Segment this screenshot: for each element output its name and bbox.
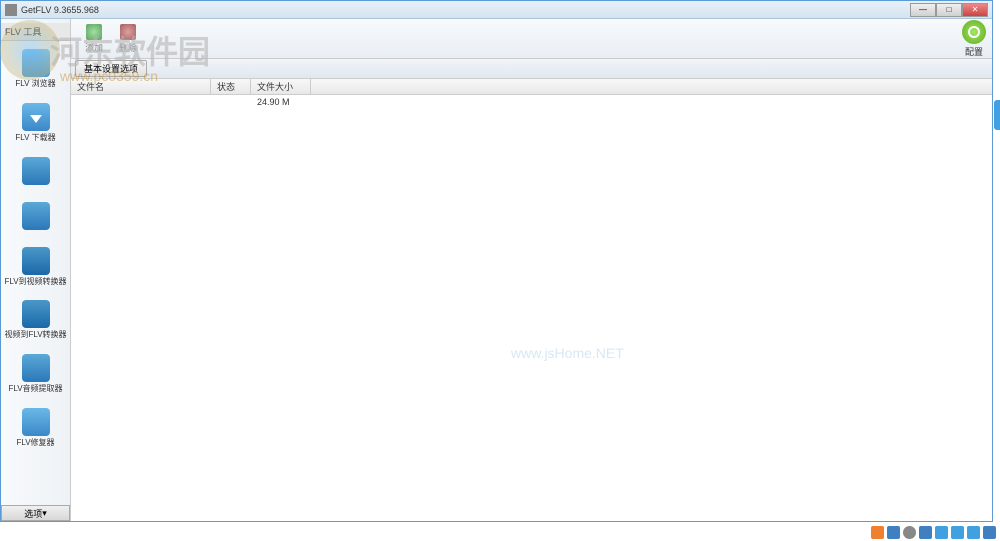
close-button[interactable]: ✕ — [962, 3, 988, 17]
tray-icon[interactable] — [951, 526, 964, 539]
sidebar-item-video-to-flv[interactable]: 视频到FLV转换器 — [1, 292, 70, 346]
sidebar-item-audio-extract[interactable]: FLV音频提取器 — [1, 346, 70, 400]
film-icon — [22, 202, 50, 230]
table-row[interactable]: 24.90 M — [71, 95, 992, 109]
list-header: 文件名 状态 文件大小 — [71, 79, 992, 95]
main-panel: 添加 删除 配置 基本设置选项 文件名 状态 文件大小 — [71, 19, 992, 521]
column-status[interactable]: 状态 — [211, 79, 251, 94]
sidebar-bottom: 选项 ▾ — [1, 505, 70, 521]
tray-ime-icon[interactable] — [887, 526, 900, 539]
sidebar-item-downloader[interactable]: FLV 下载器 — [1, 95, 70, 149]
tray-icon[interactable] — [919, 526, 932, 539]
titlebar[interactable]: GetFLV 9.3655.968 — □ ✕ — [1, 1, 992, 19]
sidebar-item-tool4[interactable] — [1, 194, 70, 239]
sidebar-item-tool3[interactable] — [1, 149, 70, 194]
sidebar-item-label: 视频到FLV转换器 — [4, 331, 66, 340]
repair-icon — [22, 408, 50, 436]
sidebar-item-label: FLV到视频转换器 — [4, 278, 66, 287]
scroll-handle[interactable] — [994, 100, 1000, 130]
sidebar-item-repair[interactable]: FLV修复器 — [1, 400, 70, 454]
list-body[interactable]: 24.90 M www.jsHome.NET — [71, 95, 992, 521]
sidebar-item-flv-to-video[interactable]: FLV到视频转换器 — [1, 239, 70, 293]
maximize-button[interactable]: □ — [936, 3, 962, 17]
watermark-url: www.pc0359.cn — [60, 68, 158, 84]
convert-icon — [22, 247, 50, 275]
sidebar-item-label: FLV音频提取器 — [8, 385, 62, 394]
sidebar-item-label: FLV 下载器 — [15, 134, 55, 143]
sidebar: FLV 工具 FLV 浏览器 FLV 下载器 — [1, 19, 71, 521]
gear-icon — [962, 20, 986, 44]
taskbar — [0, 523, 1000, 541]
window-title: GetFLV 9.3655.968 — [21, 5, 910, 15]
content-area: FLV 工具 FLV 浏览器 FLV 下载器 — [1, 19, 992, 521]
config-label: 配置 — [965, 45, 983, 58]
watermark-text: 河东软件园 — [50, 27, 210, 73]
sidebar-item-label: FLV修复器 — [16, 439, 54, 448]
tray-icon[interactable] — [967, 526, 980, 539]
tray-chevron-up-icon[interactable] — [983, 526, 996, 539]
cell-status — [211, 95, 251, 109]
cell-filesize: 24.90 M — [251, 95, 311, 109]
tray-icon[interactable] — [871, 526, 884, 539]
app-icon — [5, 4, 17, 16]
film-icon — [22, 157, 50, 185]
download-icon — [22, 103, 50, 131]
audio-icon — [22, 354, 50, 382]
column-filesize[interactable]: 文件大小 — [251, 79, 311, 94]
config-button[interactable]: 配置 — [962, 20, 986, 58]
convert-icon — [22, 300, 50, 328]
watermark-center: www.jsHome.NET — [511, 345, 624, 361]
cell-filename — [71, 95, 211, 109]
minimize-button[interactable]: — — [910, 3, 936, 17]
sidebar-item-label: FLV 浏览器 — [15, 80, 55, 89]
options-button[interactable]: 选项 ▾ — [1, 505, 70, 521]
tray-moon-icon[interactable] — [903, 526, 916, 539]
options-label: 选项 — [24, 507, 42, 520]
window-controls: — □ ✕ — [910, 3, 988, 17]
tray-icon[interactable] — [935, 526, 948, 539]
